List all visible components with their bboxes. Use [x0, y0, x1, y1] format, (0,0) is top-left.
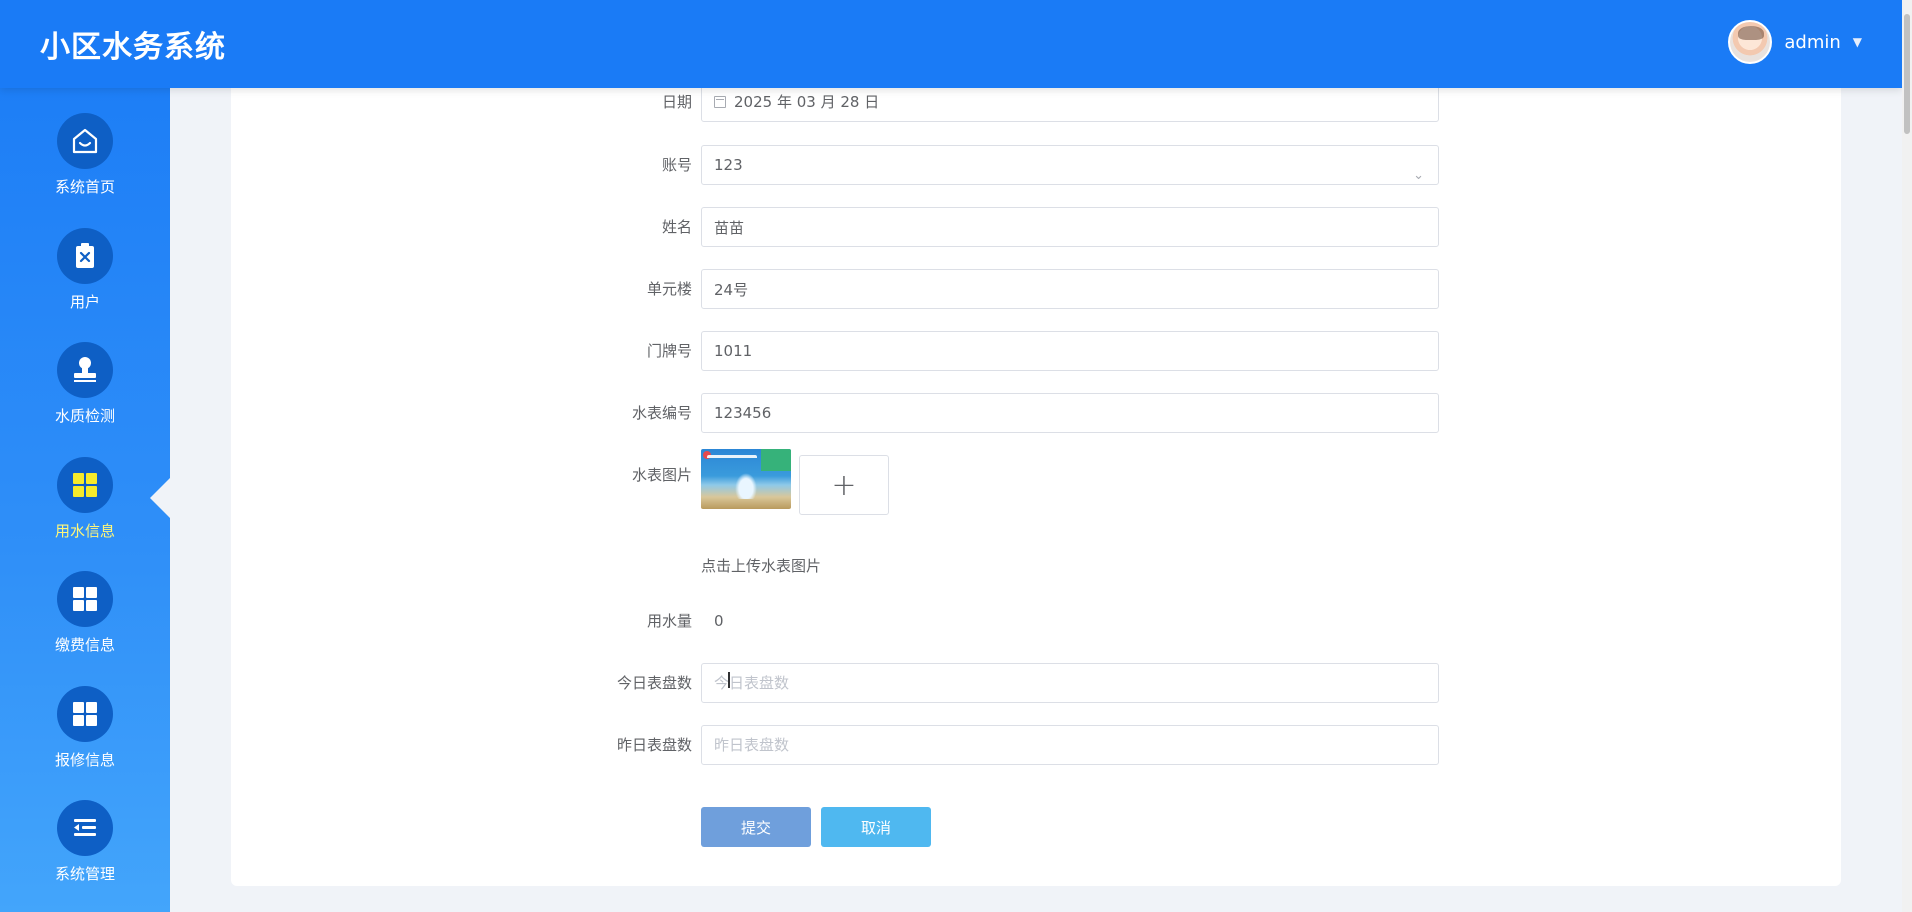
- door-number-label: 门牌号: [646, 342, 692, 360]
- today-reading-field[interactable]: [701, 663, 1439, 703]
- building-field[interactable]: [701, 269, 1439, 309]
- upload-button[interactable]: +: [799, 455, 889, 515]
- active-indicator: [150, 478, 170, 518]
- sidebar-item-label: 水质检测: [54, 407, 115, 425]
- name-label: 姓名: [661, 218, 692, 236]
- sidebar-item-water-quality[interactable]: 水质检测: [0, 342, 170, 456]
- date-row: 日期 2025 年 03 月 28 日: [231, 82, 1841, 122]
- sidebar-item-home[interactable]: 系统首页: [0, 113, 170, 227]
- sidebar-item-label: 报修信息: [54, 751, 115, 769]
- sidebar-item-label: 缴费信息: [54, 636, 115, 654]
- cancel-button[interactable]: 取消: [821, 807, 931, 847]
- username[interactable]: admin: [1784, 32, 1840, 53]
- water-usage-value: 0: [714, 612, 724, 630]
- yesterday-reading-label: 昨日表盘数: [616, 736, 692, 754]
- meter-number-row: 水表编号: [231, 393, 1841, 433]
- account-label: 账号: [661, 156, 692, 174]
- date-label: 日期: [661, 93, 692, 111]
- meter-image-row: 水表图片: [231, 455, 1841, 495]
- home-icon: [57, 113, 113, 169]
- account-value: 123: [714, 156, 743, 174]
- date-picker[interactable]: 2025 年 03 月 28 日: [701, 82, 1439, 122]
- grid-icon: [57, 686, 113, 742]
- yesterday-reading-row: 昨日表盘数: [231, 725, 1841, 765]
- account-select[interactable]: 123 ⌄: [701, 145, 1439, 185]
- yesterday-reading-field[interactable]: [701, 725, 1439, 765]
- list-icon: [57, 800, 113, 856]
- sidebar: 系统首页 用户 水质检测 用水信息 缴费信息 报修信息 系统管理: [0, 0, 170, 912]
- caret-down-icon[interactable]: ▼: [1853, 35, 1862, 49]
- account-row: 账号 123 ⌄: [231, 145, 1841, 185]
- name-row: 姓名: [231, 207, 1841, 247]
- user-menu[interactable]: admin ▼: [1728, 20, 1862, 64]
- sidebar-item-label: 用户: [69, 293, 100, 311]
- grid-icon: [57, 457, 113, 513]
- door-number-field[interactable]: [701, 331, 1439, 371]
- meter-number-label: 水表编号: [631, 404, 692, 422]
- building-label: 单元楼: [646, 280, 692, 298]
- name-field[interactable]: [701, 207, 1439, 247]
- form-card: 日期 2025 年 03 月 28 日 账号 123 ⌄ 姓名 单元楼 门牌号 …: [231, 60, 1841, 886]
- app-title: 小区水务系统: [40, 30, 226, 65]
- scrollbar[interactable]: [1902, 0, 1912, 912]
- sidebar-item-label: 系统管理: [54, 865, 115, 883]
- submit-button[interactable]: 提交: [701, 807, 811, 847]
- today-reading-label: 今日表盘数: [616, 674, 692, 692]
- today-reading-row: 今日表盘数: [231, 663, 1841, 703]
- water-usage-row: 用水量 0: [231, 601, 1841, 641]
- clipboard-x-icon: [57, 228, 113, 284]
- meter-image-thumbnail[interactable]: [701, 449, 791, 509]
- upload-tip: 点击上传水表图片: [701, 557, 822, 575]
- calendar-icon: [714, 96, 726, 108]
- top-header: 小区水务系统 admin ▼: [0, 0, 1902, 88]
- scrollbar-thumb[interactable]: [1904, 14, 1910, 134]
- avatar[interactable]: [1728, 20, 1773, 64]
- sidebar-item-label: 系统首页: [54, 178, 115, 196]
- sidebar-item-water-usage[interactable]: 用水信息: [0, 457, 170, 571]
- meter-number-field[interactable]: [701, 393, 1439, 433]
- sidebar-item-repair[interactable]: 报修信息: [0, 686, 170, 800]
- sidebar-item-payment[interactable]: 缴费信息: [0, 571, 170, 685]
- door-number-row: 门牌号: [231, 331, 1841, 371]
- sidebar-item-system-admin[interactable]: 系统管理: [0, 800, 170, 912]
- plus-icon: +: [831, 467, 857, 503]
- water-usage-label: 用水量: [646, 612, 692, 630]
- chevron-down-icon: ⌄: [1413, 168, 1424, 183]
- stamp-icon: [57, 342, 113, 398]
- sidebar-item-users[interactable]: 用户: [0, 228, 170, 342]
- building-row: 单元楼: [231, 269, 1841, 309]
- date-value: 2025 年 03 月 28 日: [734, 93, 880, 111]
- text-cursor: [728, 672, 730, 688]
- meter-image-label: 水表图片: [631, 466, 692, 484]
- sidebar-item-label: 用水信息: [54, 522, 115, 540]
- grid-icon: [57, 571, 113, 627]
